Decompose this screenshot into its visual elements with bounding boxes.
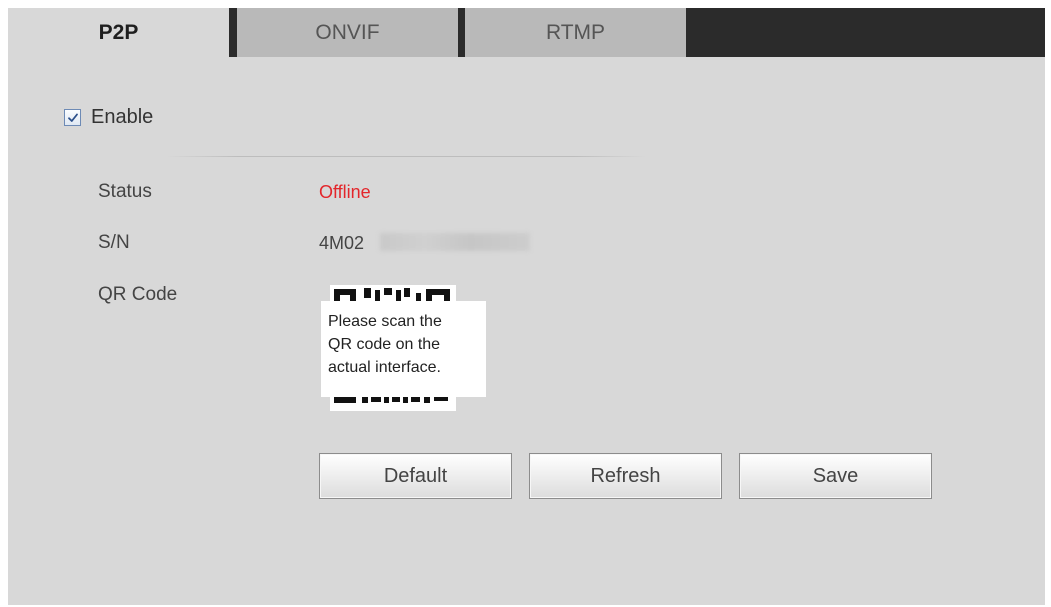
tab-onvif[interactable]: ONVIF	[237, 8, 458, 57]
checkmark-icon	[67, 113, 78, 122]
sn-value: 4M02	[319, 233, 365, 253]
enable-checkbox[interactable]	[64, 109, 81, 126]
enable-label: Enable	[91, 106, 154, 128]
tab-bar: P2P ONVIF RTMP	[8, 8, 1045, 57]
tab-rtmp[interactable]: RTMP	[465, 8, 686, 57]
qr-notice-line: QR code on the	[328, 336, 441, 353]
qr-code-label: QR Code	[98, 284, 178, 305]
qr-notice-line: Please scan the	[328, 313, 442, 330]
divider	[166, 156, 646, 157]
enable-row: Enable	[64, 106, 153, 129]
status-label: Status	[98, 181, 152, 202]
sn-label: S/N	[98, 232, 130, 253]
sn-redacted-mask	[380, 233, 530, 251]
qr-notice-line: actual interface.	[328, 359, 441, 376]
save-button[interactable]: Save	[739, 453, 932, 499]
qr-code-notice: Please scan the QR code on the actual in…	[321, 301, 486, 397]
p2p-settings-panel: P2P ONVIF RTMP Enable Status Offline S/N…	[8, 8, 1045, 605]
tab-p2p[interactable]: P2P	[8, 8, 229, 57]
default-button[interactable]: Default	[319, 453, 512, 499]
status-value: Offline	[319, 182, 371, 202]
refresh-button[interactable]: Refresh	[529, 453, 722, 499]
